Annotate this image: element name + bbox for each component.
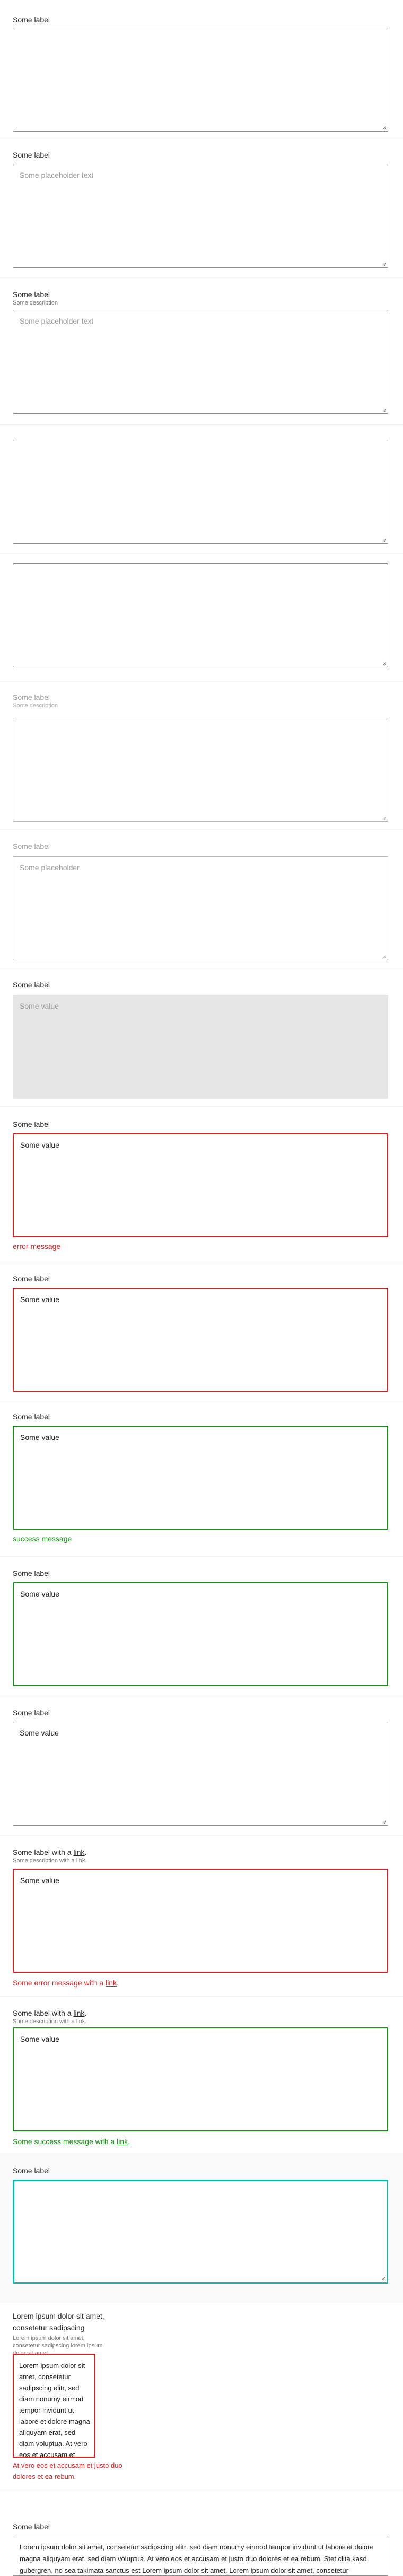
field-label: Some label [13, 842, 50, 851]
field-description: Some description with a link. [13, 2018, 87, 2025]
textarea-value: Lorem ipsum dolor sit amet, consetetur s… [20, 2543, 374, 2574]
textarea-value: Some value [20, 2035, 59, 2043]
section-disabled-placeholder: Some label Some placeholder [0, 830, 403, 968]
field-label: Some label [13, 1274, 50, 1283]
section-narrow-error: Lorem ipsum dolor sit amet, consetetur s… [0, 2303, 403, 2488]
textarea-success-no-message[interactable]: Some value [13, 1582, 388, 1686]
textarea-focused[interactable] [13, 2180, 388, 2284]
textarea-narrow-error[interactable]: Lorem ipsum dolor sit amet, consetetur s… [13, 2354, 95, 2458]
textarea-value: Some value [20, 1141, 59, 1149]
resize-grip-icon[interactable] [381, 537, 387, 542]
field-description: Some description [13, 300, 58, 306]
textarea-placeholder-text: Some placeholder text [20, 317, 94, 325]
label-link[interactable]: link [73, 2009, 84, 2017]
field-description: Some description [13, 702, 58, 709]
resize-grip-icon [382, 816, 387, 820]
textarea-readonly: Some value [13, 995, 388, 1099]
success-message-link[interactable]: link [117, 2137, 128, 2146]
textarea-value: Some value [20, 1590, 59, 1598]
textarea-value: Some value [20, 1002, 59, 1010]
success-message: Some success message with a link. [13, 2137, 130, 2146]
textarea-value: Lorem ipsum dolor sit amet, consetetur s… [19, 2362, 90, 2458]
textarea-placeholder-text: Some placeholder [20, 863, 80, 872]
textarea-disabled-placeholder: Some placeholder [13, 856, 388, 960]
field-label: Some label [13, 1120, 50, 1129]
section-error-message: Some label Some value error message [0, 1107, 403, 1261]
field-label: Some label [13, 2522, 50, 2531]
textarea-with-description[interactable]: Some placeholder text [13, 310, 388, 414]
textarea-error-no-message[interactable]: Some value [13, 1288, 388, 1392]
label-link[interactable]: link [73, 1848, 84, 1857]
section-error: Some label Some value [0, 1262, 403, 1400]
section-disabled-description: Some label Some description [0, 682, 403, 825]
field-label: Some label [13, 1412, 50, 1421]
error-message: Some error message with a link. [13, 1979, 119, 1987]
field-label: Some label [13, 981, 50, 989]
resize-grip-icon[interactable] [381, 407, 387, 412]
textarea-value: Some value [20, 1729, 59, 1737]
resize-grip-icon[interactable] [380, 2276, 386, 2281]
resize-grip-icon[interactable] [381, 1819, 387, 1824]
section-no-label-2 [0, 554, 403, 681]
description-link[interactable]: link [76, 1858, 85, 1864]
section-long-content: Some label Lorem ipsum dolor sit amet, c… [0, 2490, 403, 2576]
section-success-links: Some label with a link. Some description… [0, 1997, 403, 2150]
textarea-value: Some value [20, 1295, 59, 1304]
textarea-placeholder-text: Some placeholder text [20, 171, 94, 179]
resize-grip-icon[interactable] [381, 661, 387, 666]
resize-grip-icon[interactable] [381, 125, 387, 130]
textarea-long-content[interactable]: Lorem ipsum dolor sit amet, consetetur s… [13, 2536, 388, 2576]
section-description: Some label Some description Some placeho… [0, 278, 403, 421]
section-value: Some label Some value [0, 1696, 403, 1834]
textarea-error[interactable]: Some value [13, 1133, 388, 1237]
section-success-message: Some label Some value success message [0, 1401, 403, 1555]
field-label: Some label [13, 693, 50, 701]
field-label: Some label [13, 15, 50, 24]
field-label: Some label [13, 2166, 50, 2175]
error-message: error message [13, 1242, 61, 1251]
field-label: Some label with a link. [13, 1848, 87, 1857]
field-description: Some description with a link. [13, 1858, 87, 1864]
section-basic: Some label [0, 0, 403, 133]
field-label: Some label [13, 151, 50, 159]
field-label: Some label [13, 1569, 50, 1577]
section-focused: Some label [0, 2154, 403, 2303]
section-placeholder: Some label Some placeholder text [0, 138, 403, 271]
field-label: Some label with a link. [13, 2009, 87, 2017]
textarea-success-links[interactable]: Some value [13, 2027, 388, 2131]
error-message: At vero eos et accusam et justo duo dolo… [13, 2461, 122, 2480]
textarea-placeholder[interactable]: Some placeholder text [13, 164, 388, 268]
description-link[interactable]: link [76, 2018, 85, 2025]
textarea-demo-page: Some label Some label Some placeholder t… [0, 0, 403, 2576]
section-no-label [0, 425, 403, 552]
textarea-value: Some value [20, 1433, 59, 1442]
field-label: Lorem ipsum dolor sit amet, consetetur s… [13, 2312, 104, 2332]
textarea-success[interactable]: Some value [13, 1426, 388, 1530]
resize-grip-icon [382, 955, 387, 959]
resize-grip-icon[interactable] [381, 261, 387, 266]
textarea-error-links[interactable]: Some value [13, 1869, 388, 1973]
textarea-with-value[interactable]: Some value [13, 1722, 388, 1826]
section-success: Some label Some value [0, 1557, 403, 1695]
field-label: Some label [13, 1708, 50, 1717]
textarea-no-label[interactable] [13, 440, 388, 544]
textarea-value: Some value [20, 1876, 59, 1885]
textarea-basic[interactable] [13, 28, 388, 132]
field-label: Some label [13, 290, 50, 299]
error-message-link[interactable]: link [106, 1979, 117, 1987]
section-error-links: Some label with a link. Some description… [0, 1836, 403, 1995]
textarea-no-label-2[interactable] [13, 563, 388, 667]
section-readonly: Some label Some value [0, 968, 403, 1106]
textarea-disabled [13, 718, 388, 822]
success-message: success message [13, 1534, 72, 1543]
